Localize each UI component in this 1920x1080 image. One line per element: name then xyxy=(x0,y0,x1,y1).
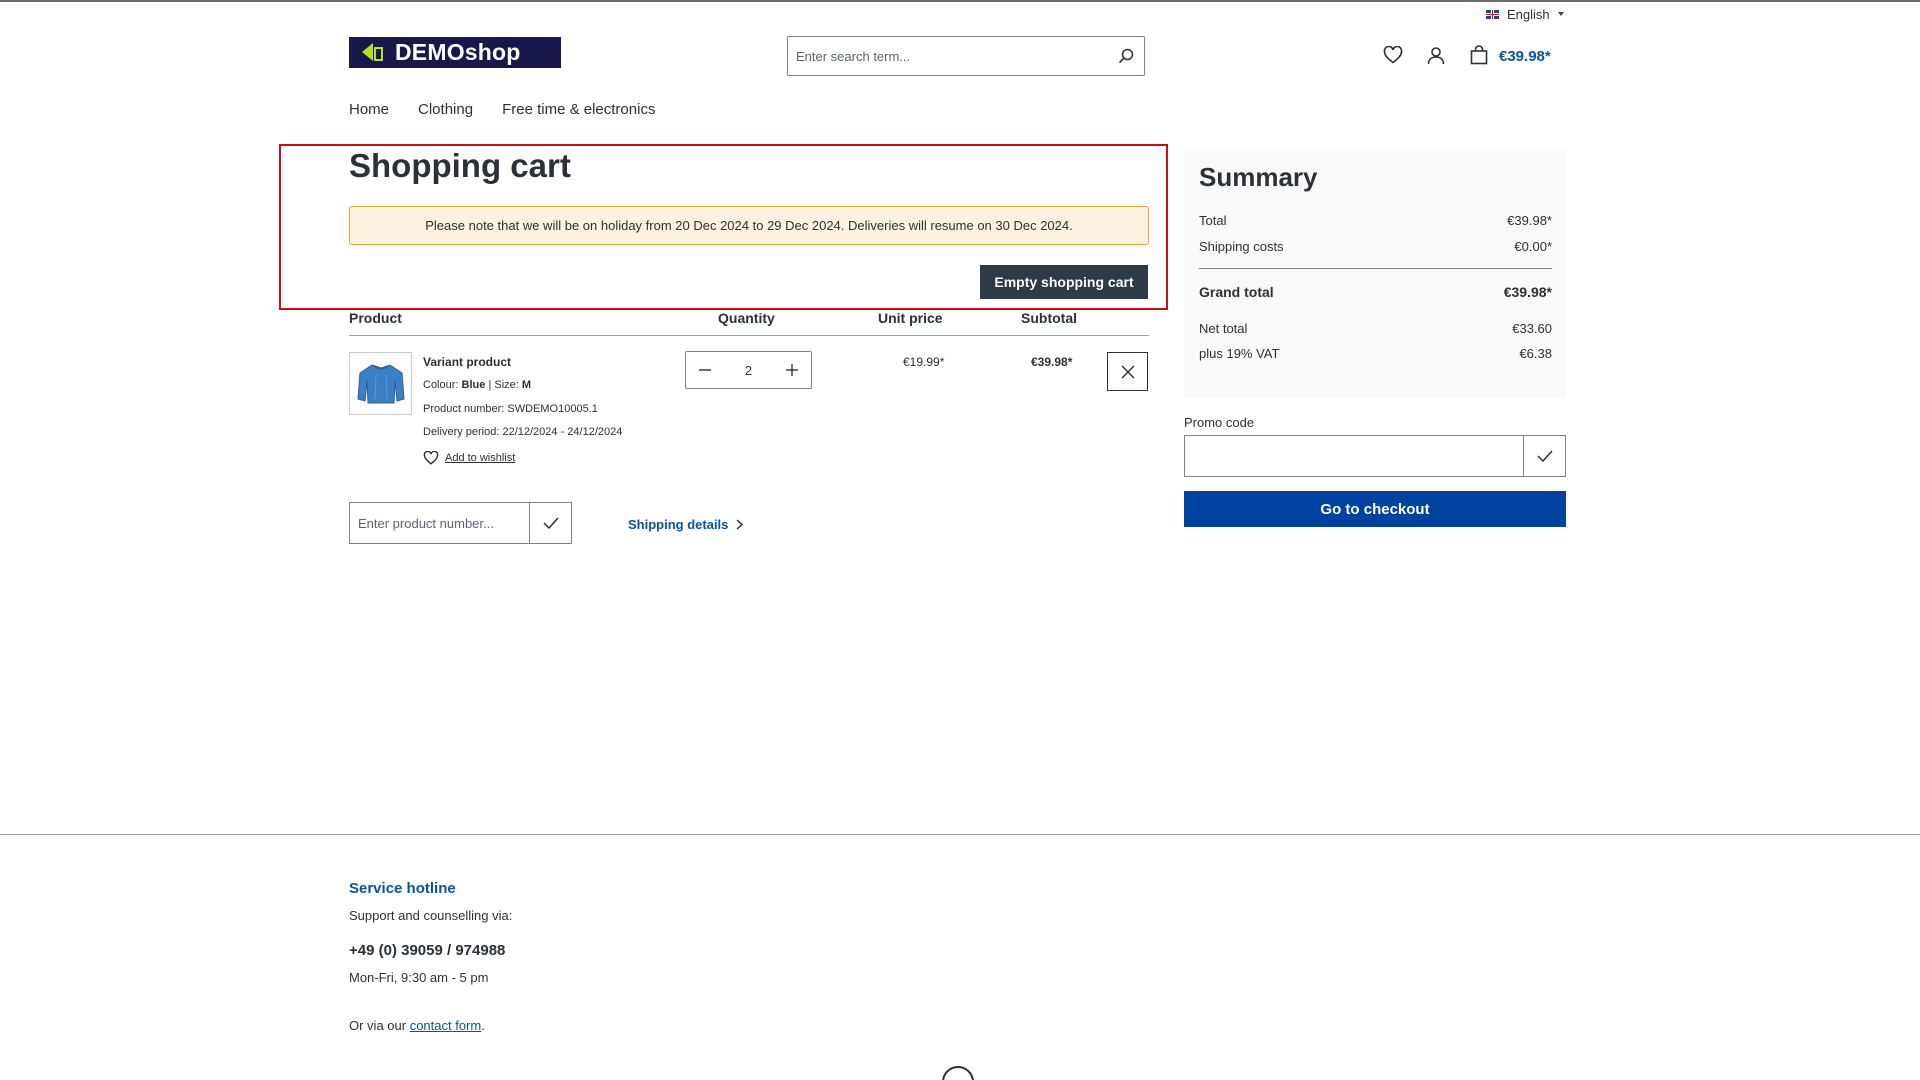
search-bar xyxy=(787,36,1145,76)
holiday-notice: Please note that we will be on holiday f… xyxy=(349,206,1149,245)
footer-divider xyxy=(0,834,1920,835)
minus-icon xyxy=(699,369,711,371)
go-to-checkout-button[interactable]: Go to checkout xyxy=(1184,491,1566,527)
summary-net-total-row: Net total €33.60 xyxy=(1199,321,1552,336)
wishlist-button[interactable] xyxy=(1380,42,1406,68)
empty-cart-button[interactable]: Empty shopping cart xyxy=(980,265,1148,299)
chevron-right-icon xyxy=(736,519,744,530)
product-variant: Colour: Blue | Size: M xyxy=(423,379,531,391)
column-header-quantity: Quantity xyxy=(718,310,775,326)
summary-grand-total-row: Grand total €39.98* xyxy=(1199,284,1552,300)
close-icon xyxy=(1120,364,1135,379)
summary-shipping-row: Shipping costs €0.00* xyxy=(1199,239,1552,254)
product-number-input[interactable] xyxy=(350,503,529,543)
logo-text: DEMOshop xyxy=(395,39,521,65)
colour-value: Blue xyxy=(461,379,486,391)
net-total-value: €33.60 xyxy=(1512,321,1552,336)
shipping-details-label: Shipping details xyxy=(628,517,729,532)
total-value: €39.98* xyxy=(1507,213,1552,228)
column-header-subtotal: Subtotal xyxy=(1021,310,1077,326)
nav-item-clothing[interactable]: Clothing xyxy=(418,101,473,118)
summary-total-row: Total €39.98* xyxy=(1199,213,1552,228)
contact-line: Or via our contact form. xyxy=(349,1018,485,1033)
contact-form-link[interactable]: contact form xyxy=(410,1018,482,1033)
summary-title: Summary xyxy=(1199,162,1318,192)
language-switcher[interactable]: English xyxy=(1486,5,1564,23)
contact-suffix: . xyxy=(481,1018,485,1033)
product-image[interactable] xyxy=(349,352,412,415)
main-navigation: Home Clothing Free time & electronics xyxy=(349,101,655,118)
checkmark-icon xyxy=(542,517,559,529)
caret-down-icon xyxy=(1557,12,1564,16)
grand-total-label: Grand total xyxy=(1199,284,1274,300)
apply-promo-button[interactable] xyxy=(1523,436,1565,476)
logo-mark-icon xyxy=(349,37,383,68)
remove-item-button[interactable] xyxy=(1107,352,1148,391)
top-border xyxy=(0,0,1920,2)
promo-code-form xyxy=(1184,435,1566,477)
quantity-stepper: 2 xyxy=(685,351,812,389)
grand-total-value: €39.98* xyxy=(1503,284,1552,300)
decrease-quantity-button[interactable] xyxy=(686,352,724,388)
service-hotline-title: Service hotline xyxy=(349,880,456,897)
search-input[interactable] xyxy=(788,37,1108,75)
table-header-divider xyxy=(349,335,1149,336)
size-label: Size: xyxy=(494,379,519,391)
sweater-image xyxy=(356,363,405,403)
colour-label: Colour: xyxy=(423,379,459,391)
hotline-hours: Mon-Fri, 9:30 am - 5 pm xyxy=(349,970,489,985)
nav-item-free-time-electronics[interactable]: Free time & electronics xyxy=(502,101,655,118)
promo-code-label: Promo code xyxy=(1184,415,1255,430)
checkmark-icon xyxy=(1536,450,1553,462)
nav-item-home[interactable]: Home xyxy=(349,101,389,118)
search-button[interactable] xyxy=(1108,37,1144,75)
increase-quantity-button[interactable] xyxy=(773,352,811,388)
delivery-period: Delivery period: 22/12/2024 - 24/12/2024 xyxy=(423,426,623,438)
unit-price: €19.99* xyxy=(903,355,945,369)
footer-logo-icon xyxy=(942,1066,974,1080)
shop-logo[interactable]: DEMOshop xyxy=(349,37,561,68)
cart-button[interactable] xyxy=(1466,42,1492,68)
product-number: Product number: SWDEMO10005.1 xyxy=(423,403,598,415)
quantity-value[interactable]: 2 xyxy=(724,363,773,378)
shipping-costs-value: €0.00* xyxy=(1514,239,1552,254)
vat-value: €6.38 xyxy=(1519,346,1552,361)
line-subtotal: €39.98* xyxy=(1031,355,1073,369)
header-cart-total[interactable]: €39.98* xyxy=(1499,48,1551,65)
user-icon xyxy=(1427,46,1445,64)
shipping-details-link[interactable]: Shipping details xyxy=(628,517,744,532)
hotline-phone[interactable]: +49 (0) 39059 / 974988 xyxy=(349,942,505,959)
language-label: English xyxy=(1507,6,1550,22)
product-name[interactable]: Variant product xyxy=(423,355,511,369)
contact-prefix: Or via our xyxy=(349,1018,410,1033)
column-header-unit-price: Unit price xyxy=(878,310,943,326)
shopping-bag-icon xyxy=(1470,45,1488,65)
search-icon xyxy=(1118,48,1134,64)
summary-divider xyxy=(1199,268,1552,269)
summary-vat-row: plus 19% VAT €6.38 xyxy=(1199,346,1552,361)
heart-icon xyxy=(1383,46,1403,64)
support-text: Support and counselling via: xyxy=(349,908,513,923)
page-title: Shopping cart xyxy=(349,147,571,184)
add-to-wishlist-label: Add to wishlist xyxy=(445,452,516,464)
column-header-product: Product xyxy=(349,310,402,326)
shipping-costs-label: Shipping costs xyxy=(1199,239,1284,254)
plus-icon xyxy=(786,364,798,376)
add-product-form xyxy=(349,502,572,544)
add-to-wishlist-link[interactable]: Add to wishlist xyxy=(423,451,515,465)
net-total-label: Net total xyxy=(1199,321,1248,336)
add-product-button[interactable] xyxy=(529,503,571,543)
size-value: M xyxy=(521,379,532,391)
vat-label: plus 19% VAT xyxy=(1199,346,1280,361)
heart-icon xyxy=(423,451,439,465)
promo-code-input[interactable] xyxy=(1185,436,1523,476)
total-label: Total xyxy=(1199,213,1227,228)
uk-flag-icon xyxy=(1486,9,1499,19)
account-button[interactable] xyxy=(1423,42,1449,68)
